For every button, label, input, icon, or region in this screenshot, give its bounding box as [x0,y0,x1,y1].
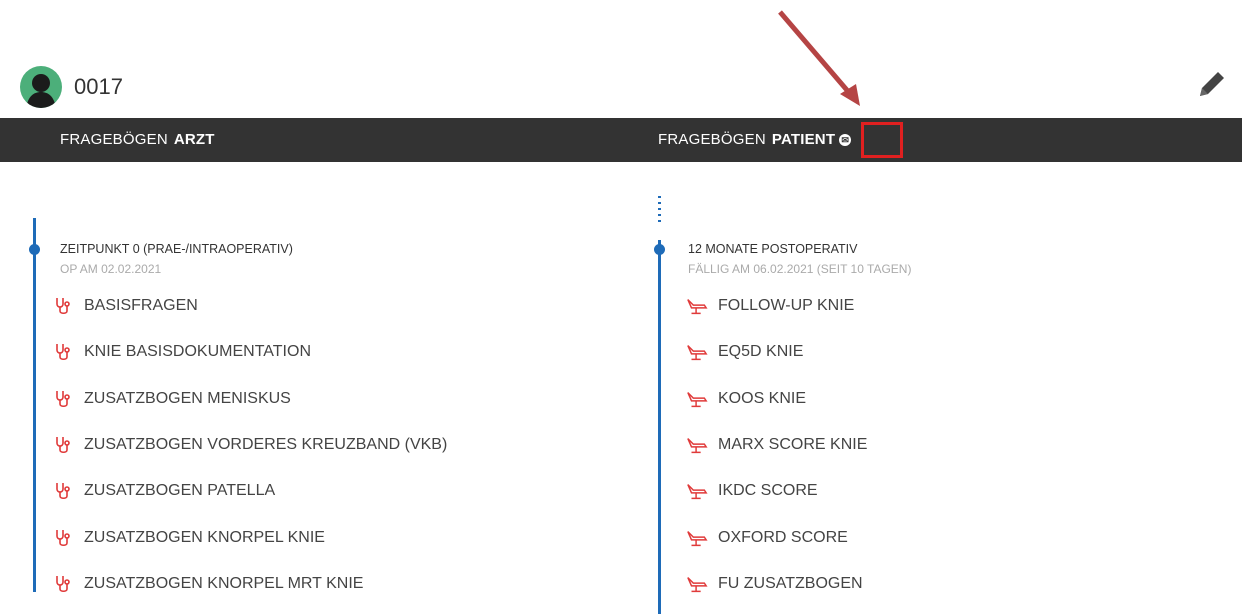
stethoscope-icon [52,295,74,317]
doctor-questionnaire-item-label: KNIE BASISDOKUMENTATION [84,343,311,361]
patient-questionnaire-item[interactable]: OXFORD SCORE [686,523,848,553]
doctor-questionnaire-item[interactable]: BASISFRAGEN [52,291,198,321]
doctor-questionnaire-item-label: BASISFRAGEN [84,297,198,314]
patient-questionnaire-item-label: MARX SCORE KNIE [718,435,868,453]
doctor-questionnaire-item-label: ZUSATZBOGEN MENISKUS [84,389,291,407]
patient-chair-icon [686,434,708,456]
tab-patient-prefix: FRAGEBÖGEN [658,131,766,148]
section-subtitle-right: FÄLLIG AM 06.02.2021 (SEIT 10 TAGEN) [688,262,912,276]
section-title-left: ZEITPUNKT 0 (PRAE-/INTRAOPERATIV) [60,242,293,256]
doctor-questionnaire-item-label: ZUSATZBOGEN PATELLA [84,482,276,500]
doctor-questionnaire-item-label: ZUSATZBOGEN KNORPEL KNIE [84,528,325,546]
patient-header: 0017 [20,62,123,112]
tab-doctor-prefix: FRAGEBÖGEN [60,131,168,148]
timeline-node-left [29,244,40,255]
tab-doctor-questionnaires[interactable]: FRAGEBÖGEN ARZT [60,131,215,148]
patient-questionnaire-item[interactable]: MARX SCORE KNIE [686,430,867,460]
stethoscope-icon [52,341,74,363]
edit-pencil-icon[interactable] [1194,66,1230,102]
section-subtitle-left: OP AM 02.02.2021 [60,262,162,276]
doctor-questionnaire-item[interactable]: ZUSATZBOGEN KNORPEL MRT KNIE [52,569,363,599]
highlight-box [861,122,903,158]
tab-patient-questionnaires[interactable]: FRAGEBÖGEN PATIENT ✉ [658,131,852,148]
questionnaire-tab-bar: FRAGEBÖGEN ARZT FRAGEBÖGEN PATIENT ✉ [0,118,1242,162]
patient-id: 0017 [74,74,123,99]
patient-questionnaire-item-label: FU ZUSATZBOGEN [718,574,863,592]
avatar [20,66,62,108]
patient-questionnaire-item-label: IKDC SCORE [718,482,818,500]
annotation-arrow [778,10,860,106]
doctor-questionnaire-item[interactable]: ZUSATZBOGEN PATELLA [52,476,275,506]
stethoscope-icon [52,573,74,595]
tab-doctor-label: ARZT [173,131,215,148]
patient-chair-icon [686,527,708,549]
patient-questionnaire-item-label: OXFORD SCORE [718,528,848,546]
patient-questionnaire-item[interactable]: IKDC SCORE [686,476,818,506]
patient-questionnaire-item-label: FOLLOW-UP KNIE [718,297,855,314]
timeline-right-dots [658,196,661,222]
stethoscope-icon [52,527,74,549]
doctor-questionnaire-item[interactable]: ZUSATZBOGEN VORDERES KREUZBAND (VKB) [52,430,447,460]
timeline-right [658,240,661,614]
stethoscope-icon [52,388,74,410]
stethoscope-icon [52,480,74,502]
doctor-questionnaire-item[interactable]: ZUSATZBOGEN MENISKUS [52,384,291,414]
doctor-questionnaire-item-label: ZUSATZBOGEN KNORPEL MRT KNIE [84,574,364,592]
patient-chair-icon [686,295,708,317]
patient-chair-icon [686,573,708,595]
doctor-questionnaire-item[interactable]: ZUSATZBOGEN KNORPEL KNIE [52,523,325,553]
patient-questionnaire-item[interactable]: FOLLOW-UP KNIE [686,291,854,321]
patient-questionnaire-item[interactable]: FU ZUSATZBOGEN [686,569,863,599]
timeline-left [33,218,36,592]
patient-questionnaire-item-label: EQ5D KNIE [718,343,804,361]
timeline-node-right [654,244,665,255]
patient-chair-icon [686,341,708,363]
person-icon [26,74,56,108]
patient-chair-icon [686,480,708,502]
patient-questionnaire-item-label: KOOS KNIE [718,389,807,407]
mail-icon[interactable]: ✉ [839,134,852,146]
tab-patient-label: PATIENT [771,131,836,148]
doctor-questionnaire-item-label: ZUSATZBOGEN VORDERES KREUZBAND (VKB) [84,435,448,453]
stethoscope-icon [52,434,74,456]
doctor-questionnaire-item[interactable]: KNIE BASISDOKUMENTATION [52,337,311,367]
section-title-right: 12 MONATE POSTOPERATIV [688,242,858,256]
patient-chair-icon [686,388,708,410]
patient-questionnaire-item[interactable]: KOOS KNIE [686,384,806,414]
patient-questionnaire-item[interactable]: EQ5D KNIE [686,337,803,367]
